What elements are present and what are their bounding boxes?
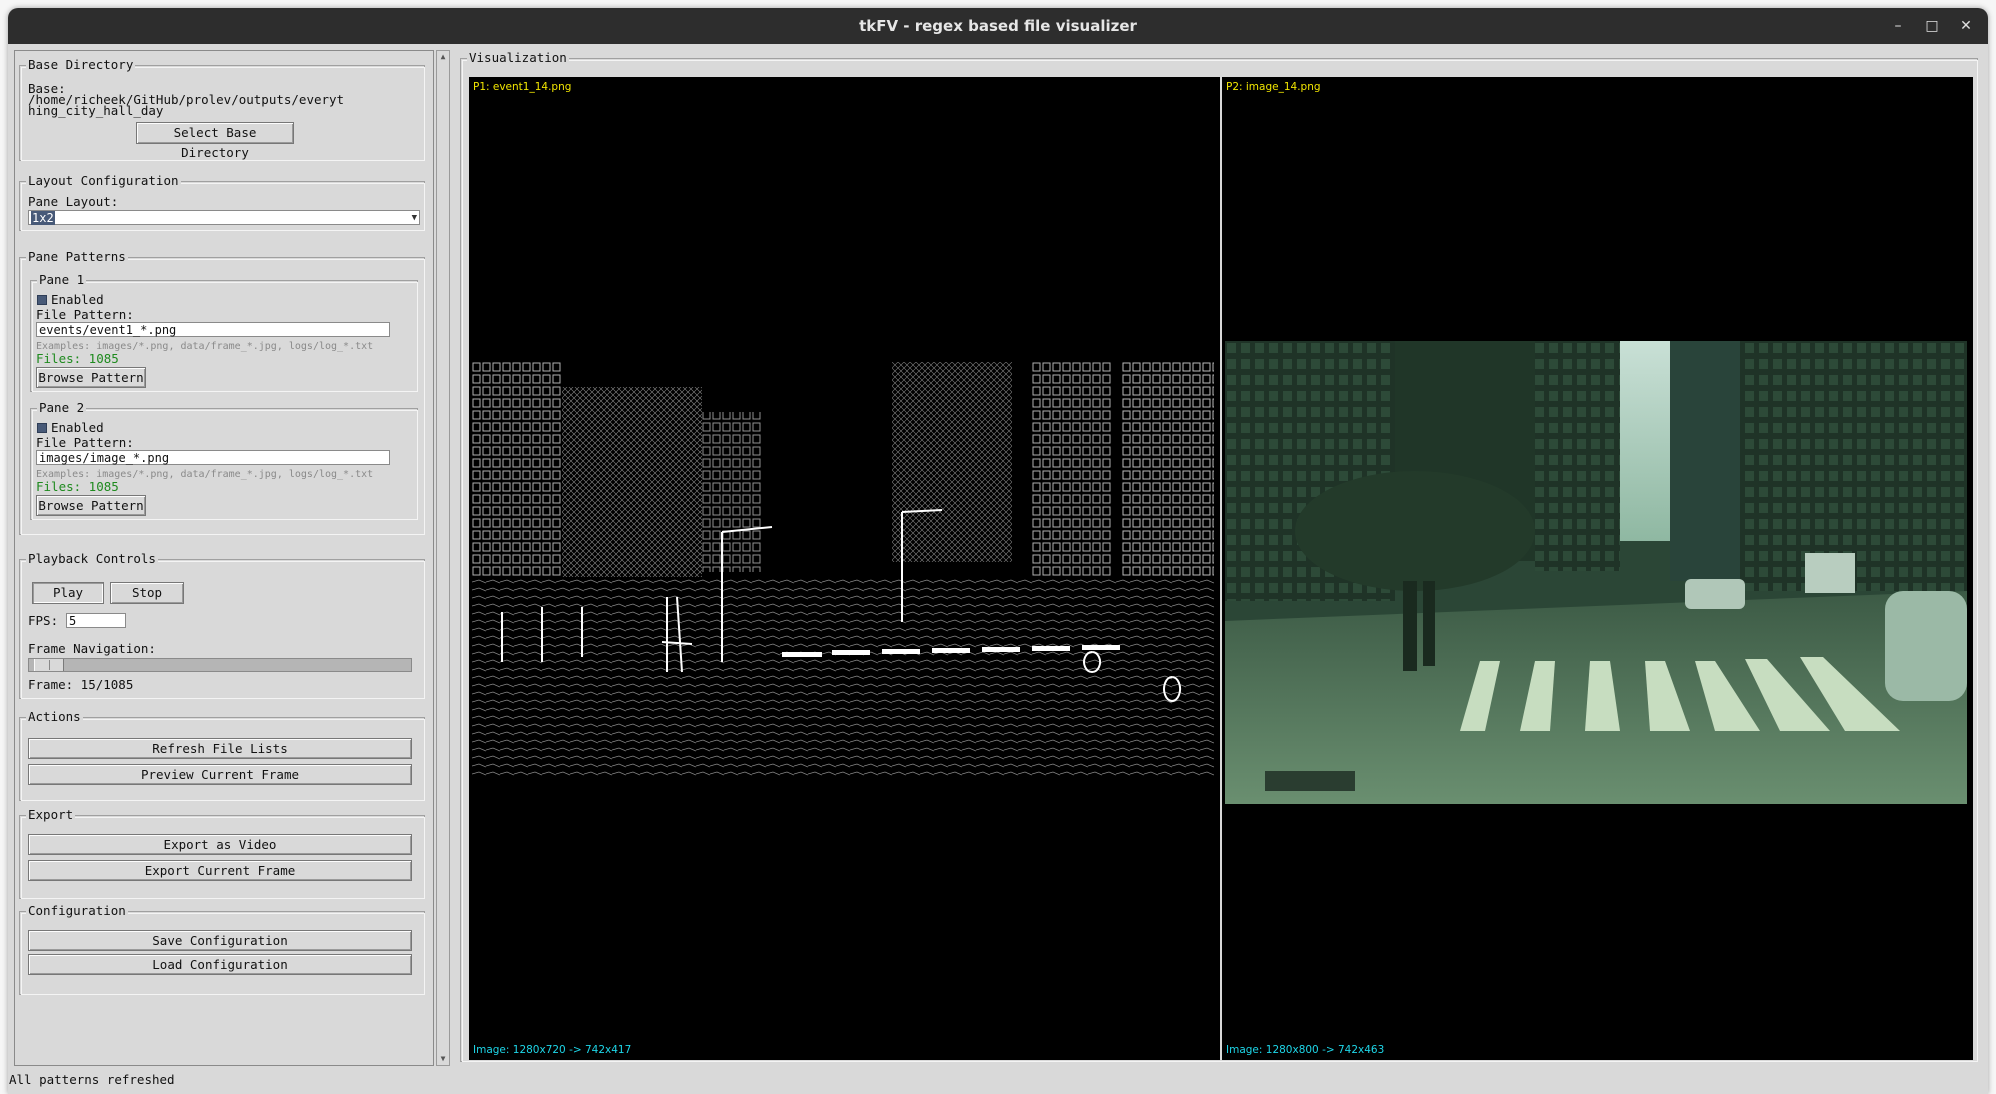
pane1-pattern-group: Pane 1 Enabled File Pattern: events/even… bbox=[30, 272, 418, 392]
scroll-down-icon[interactable]: ▼ bbox=[438, 1054, 448, 1064]
pane1-enabled-label: Enabled bbox=[51, 292, 104, 307]
configuration-group: Configuration Save Configuration Load Co… bbox=[19, 903, 425, 995]
frame-navigation-label: Frame Navigation: bbox=[28, 641, 156, 656]
play-button[interactable]: Play bbox=[32, 582, 104, 604]
frame-slider-thumb[interactable] bbox=[34, 659, 64, 671]
base-directory-legend: Base Directory bbox=[26, 57, 136, 73]
app-window: tkFV - regex based file visualizer – □ ✕… bbox=[8, 8, 1988, 1094]
pane-layout-value: 1x2 bbox=[31, 211, 55, 225]
visualization-group: Visualization P1: event1_14.png Image: 1… bbox=[460, 50, 1978, 1062]
base-directory-group: Base Directory Base: /home/richeek/GitHu… bbox=[19, 57, 425, 161]
stop-button[interactable]: Stop bbox=[110, 582, 184, 604]
pane-patterns-legend: Pane Patterns bbox=[26, 249, 128, 265]
pane-layout-label: Pane Layout: bbox=[28, 194, 119, 209]
chevron-down-icon[interactable]: ▼ bbox=[412, 211, 417, 225]
visualization-pane-2[interactable]: P2: image_14.png Image: 1280x800 -> 742x… bbox=[1222, 77, 1973, 1060]
pane1-pattern-input[interactable]: events/event1_*.png bbox=[36, 322, 390, 337]
pane2-files-count: Files: 1085 bbox=[36, 479, 119, 494]
fps-input[interactable]: 5 bbox=[66, 613, 126, 628]
fps-label: FPS: bbox=[28, 613, 59, 628]
export-group: Export Export as Video Export Current Fr… bbox=[19, 807, 425, 899]
pane1-image-info: Image: 1280x720 -> 742x417 bbox=[473, 1044, 632, 1056]
pane2-image-info: Image: 1280x800 -> 742x463 bbox=[1226, 1044, 1385, 1056]
pane1-legend: Pane 1 bbox=[37, 272, 87, 288]
save-configuration-button[interactable]: Save Configuration bbox=[28, 930, 412, 951]
camera-image bbox=[1225, 341, 1967, 804]
scroll-up-icon[interactable]: ▲ bbox=[438, 52, 448, 62]
base-path-line2: hing_city_hall_day bbox=[28, 103, 164, 118]
pane2-browse-button[interactable]: Browse Pattern bbox=[36, 495, 146, 516]
status-text: All patterns refreshed bbox=[9, 1072, 175, 1087]
pane1-files-count: Files: 1085 bbox=[36, 351, 119, 366]
visualization-legend: Visualization bbox=[467, 50, 569, 66]
pane1-pattern-label: File Pattern: bbox=[36, 307, 134, 322]
pane2-pattern-group: Pane 2 Enabled File Pattern: images/imag… bbox=[30, 400, 418, 520]
preview-current-frame-button[interactable]: Preview Current Frame bbox=[28, 764, 412, 785]
pane-layout-select[interactable]: 1x2 ▼ bbox=[28, 210, 420, 225]
maximize-icon[interactable]: □ bbox=[1918, 12, 1946, 40]
export-legend: Export bbox=[26, 807, 76, 823]
status-bar: All patterns refreshed bbox=[8, 1066, 1988, 1094]
select-base-directory-button[interactable]: Select Base Directory bbox=[136, 122, 294, 160]
playback-legend: Playback Controls bbox=[26, 551, 158, 567]
close-icon[interactable]: ✕ bbox=[1952, 12, 1980, 40]
pane1-filename-label: P1: event1_14.png bbox=[473, 81, 572, 93]
export-video-button[interactable]: Export as Video bbox=[28, 834, 412, 855]
control-panel: Base Directory Base: /home/richeek/GitHu… bbox=[14, 50, 434, 1066]
load-configuration-button[interactable]: Load Configuration bbox=[28, 954, 412, 975]
layout-config-group: Layout Configuration Pane Layout: 1x2 ▼ bbox=[19, 173, 425, 231]
pane2-pattern-label: File Pattern: bbox=[36, 435, 134, 450]
actions-legend: Actions bbox=[26, 709, 83, 725]
minimize-icon[interactable]: – bbox=[1884, 12, 1912, 40]
layout-config-legend: Layout Configuration bbox=[26, 173, 181, 189]
configuration-legend: Configuration bbox=[26, 903, 128, 919]
pane2-pattern-input[interactable]: images/image_*.png bbox=[36, 450, 390, 465]
refresh-file-lists-button[interactable]: Refresh File Lists bbox=[28, 738, 412, 759]
actions-group: Actions Refresh File Lists Preview Curre… bbox=[19, 709, 425, 801]
window-title: tkFV - regex based file visualizer bbox=[859, 17, 1137, 35]
control-panel-scrollbar[interactable]: ▲ ▼ bbox=[436, 50, 450, 1066]
visualization-pane-1[interactable]: P1: event1_14.png Image: 1280x720 -> 742… bbox=[469, 77, 1220, 1060]
pane2-legend: Pane 2 bbox=[37, 400, 87, 416]
pane1-browse-button[interactable]: Browse Pattern bbox=[36, 367, 146, 388]
pane2-filename-label: P2: image_14.png bbox=[1226, 81, 1321, 93]
pane2-enabled-checkbox[interactable] bbox=[37, 423, 47, 433]
pane-patterns-group: Pane Patterns Pane 1 Enabled File Patter… bbox=[19, 249, 425, 535]
frame-slider[interactable] bbox=[28, 658, 412, 672]
pane2-enabled-label: Enabled bbox=[51, 420, 104, 435]
playback-group: Playback Controls Play Stop FPS: 5 Frame… bbox=[19, 551, 425, 699]
event-image bbox=[472, 362, 1214, 779]
export-frame-button[interactable]: Export Current Frame bbox=[28, 860, 412, 881]
title-bar: tkFV - regex based file visualizer – □ ✕ bbox=[8, 8, 1988, 44]
pane1-enabled-checkbox[interactable] bbox=[37, 295, 47, 305]
visualization-area: Visualization P1: event1_14.png Image: 1… bbox=[454, 50, 1982, 1066]
frame-counter: Frame: 15/1085 bbox=[28, 677, 134, 692]
